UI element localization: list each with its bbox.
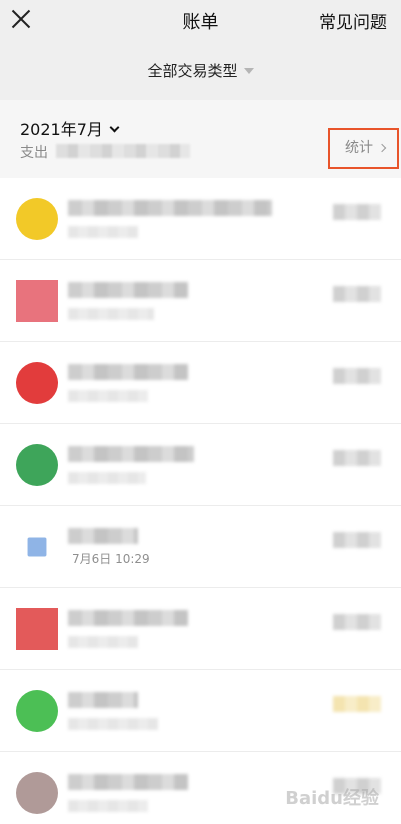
faq-link[interactable]: 常见问题 bbox=[319, 8, 387, 33]
merchant-icon bbox=[27, 537, 47, 557]
time-redacted bbox=[68, 226, 138, 238]
filter-label: 全部交易类型 bbox=[147, 62, 238, 80]
spend-label: 支出 bbox=[20, 145, 48, 161]
merchant-name-redacted bbox=[68, 200, 272, 216]
gear-icon bbox=[16, 444, 58, 486]
merchant-icon bbox=[16, 690, 58, 732]
month-selector[interactable]: 2021年7月 bbox=[20, 116, 120, 140]
month-label: 2021年7月 bbox=[20, 120, 103, 139]
spend-amount-redacted bbox=[56, 144, 190, 158]
merchant-name-redacted bbox=[68, 610, 188, 626]
amount-redacted bbox=[333, 204, 381, 220]
time-redacted bbox=[68, 800, 148, 812]
time-redacted bbox=[68, 472, 146, 484]
amount-redacted bbox=[333, 286, 381, 302]
amount-redacted bbox=[333, 696, 381, 712]
transaction-row[interactable] bbox=[0, 178, 401, 260]
transaction-row[interactable] bbox=[0, 342, 401, 424]
baidu-watermark: Baidu经验 bbox=[285, 788, 379, 809]
chevron-right-icon bbox=[377, 143, 387, 153]
transaction-row[interactable] bbox=[0, 260, 401, 342]
transaction-type-filter[interactable]: 全部交易类型 bbox=[0, 60, 401, 81]
merchant-name-redacted bbox=[68, 774, 188, 790]
merchant-icon bbox=[16, 362, 58, 404]
merchant-name-redacted bbox=[68, 282, 188, 298]
amount-redacted bbox=[333, 614, 381, 630]
time-redacted bbox=[68, 390, 148, 402]
transaction-time: 7月6日 10:29 bbox=[72, 552, 150, 566]
transaction-row[interactable] bbox=[0, 424, 401, 506]
app-header: 账单 常见问题 全部交易类型 bbox=[0, 0, 401, 100]
merchant-icon bbox=[16, 280, 58, 322]
transaction-row[interactable]: 7月6日 10:29 bbox=[0, 506, 401, 588]
transaction-row[interactable] bbox=[0, 588, 401, 670]
stats-label: 统计 bbox=[345, 140, 373, 156]
month-summary: 2021年7月 支出 统计 bbox=[0, 100, 401, 178]
time-redacted bbox=[68, 636, 138, 648]
amount-redacted bbox=[333, 450, 381, 466]
transaction-row[interactable] bbox=[0, 670, 401, 752]
amount-redacted bbox=[333, 532, 381, 548]
merchant-icon bbox=[16, 608, 58, 650]
merchant-name-redacted bbox=[68, 692, 138, 708]
caret-down-icon bbox=[243, 67, 254, 74]
transaction-list: 7月6日 10:29 bbox=[0, 178, 401, 824]
merchant-icon bbox=[16, 772, 58, 814]
merchant-name-redacted bbox=[68, 528, 138, 544]
merchant-name-redacted bbox=[68, 446, 194, 462]
stats-button[interactable]: 统计 bbox=[328, 128, 399, 169]
time-redacted bbox=[68, 718, 158, 730]
time-redacted bbox=[68, 308, 154, 320]
merchant-icon bbox=[16, 198, 58, 240]
merchant-name-redacted bbox=[68, 364, 188, 380]
amount-redacted bbox=[333, 368, 381, 384]
chevron-down-icon bbox=[109, 122, 120, 133]
